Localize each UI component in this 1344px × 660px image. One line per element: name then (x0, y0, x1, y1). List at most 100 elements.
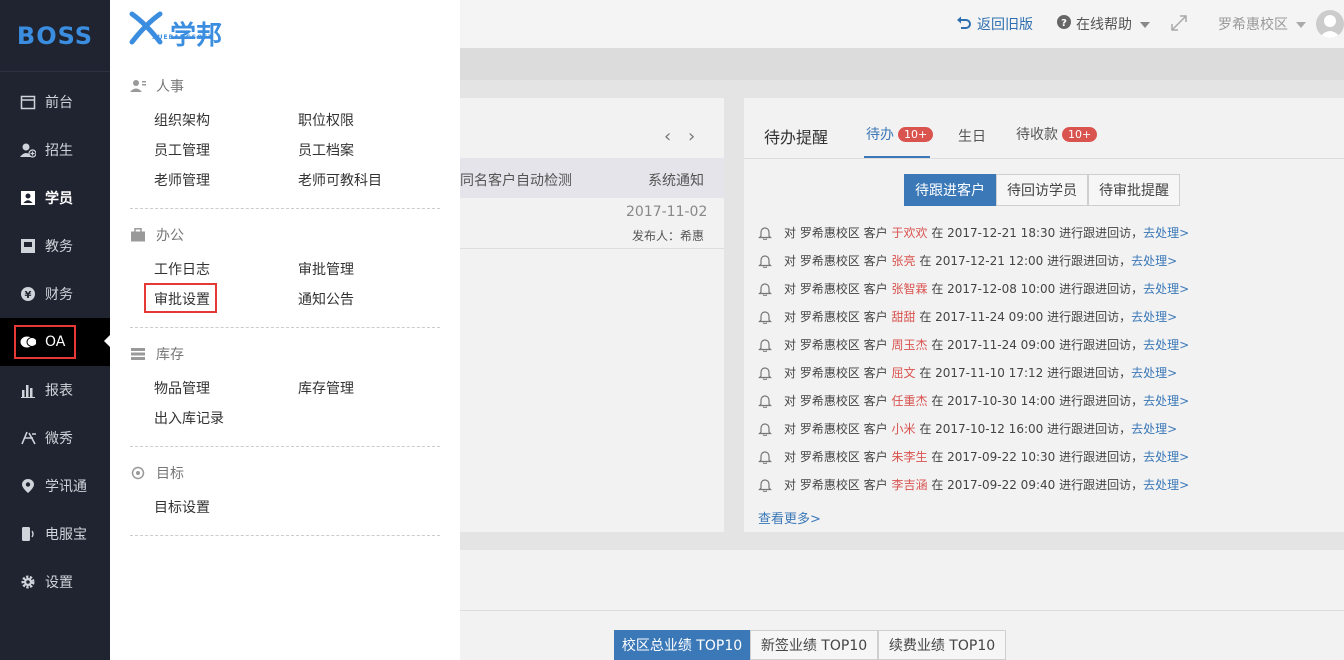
tab-renewal-top10[interactable]: 续费业绩 TOP10 (878, 630, 1006, 660)
sidebar-item-weixiu[interactable]: 微秀 (0, 414, 110, 462)
notice-prefix: 对 罗希惠校区 客户 (784, 226, 888, 240)
customer-name[interactable]: 周玉杰 (891, 336, 927, 353)
chevron-down-icon (1296, 16, 1306, 32)
menu-item-teacher-management[interactable]: 老师管理 (154, 170, 210, 190)
avatar[interactable] (1316, 10, 1344, 38)
sidebar-item-academic[interactable]: 教务 (0, 222, 110, 270)
customer-name[interactable]: 张智霖 (891, 280, 927, 297)
menu-item-org-structure[interactable]: 组织架构 (154, 110, 210, 130)
sidebar-item-students[interactable]: 学员 (0, 174, 110, 222)
notice-prefix: 对 罗希惠校区 客户 (784, 254, 888, 268)
target-icon (130, 466, 146, 480)
divider (460, 610, 1344, 611)
menu-item-staff-records[interactable]: 员工档案 (298, 140, 354, 160)
customer-name[interactable]: 李吉涵 (891, 476, 927, 493)
section-title: 库存 (156, 347, 184, 363)
book-icon (20, 238, 36, 254)
process-link[interactable]: 去处理> (1143, 224, 1189, 241)
process-link[interactable]: 去处理> (1143, 280, 1189, 297)
process-link[interactable]: 去处理> (1143, 476, 1189, 493)
menu-item-staff-management[interactable]: 员工管理 (154, 140, 210, 160)
online-help-menu[interactable]: ? 在线帮助 (1056, 14, 1150, 34)
campus-selector[interactable]: 罗希惠校区 (1218, 14, 1306, 34)
view-more-link[interactable]: 查看更多> (758, 508, 821, 527)
campus-label: 罗希惠校区 (1218, 17, 1288, 33)
list-item: 对 罗希惠校区 客户 甜甜 在 2017-11-24 09:00 进行跟进回访，… (758, 308, 1177, 325)
segment-follow-up-customers[interactable]: 待跟进客户 (904, 174, 996, 206)
process-link[interactable]: 去处理> (1143, 336, 1189, 353)
notice-time: 在 2017-12-08 10:00 (931, 282, 1056, 296)
process-link[interactable]: 去处理> (1143, 448, 1189, 465)
customer-name[interactable]: 于欢欢 (891, 224, 927, 241)
user-avatar-icon (1319, 15, 1341, 38)
bell-icon (758, 282, 772, 297)
section-title: 目标 (156, 466, 184, 482)
tab-pending-payment[interactable]: 待收款 10+ (1016, 124, 1098, 144)
sidebar-item-reports[interactable]: 报表 (0, 366, 110, 414)
process-link[interactable]: 去处理> (1143, 392, 1189, 409)
tab-birthday[interactable]: 生日 (958, 126, 986, 146)
notice-suffix: 进行跟进回访， (1059, 450, 1144, 464)
process-link[interactable]: 去处理> (1131, 364, 1177, 381)
payment-count-badge: 10+ (1062, 127, 1098, 142)
user-card-icon (20, 190, 36, 206)
calendar-icon (20, 94, 36, 110)
menu-item-target-settings[interactable]: 目标设置 (154, 497, 210, 517)
notice-suffix: 进行跟进回访， (1047, 366, 1132, 380)
segment-pending-approvals[interactable]: 待审批提醒 (1088, 174, 1180, 206)
next-arrow-icon[interactable]: › (688, 126, 695, 147)
menu-item-announcements[interactable]: 通知公告 (298, 289, 354, 309)
fullscreen-button[interactable] (1170, 14, 1188, 36)
bell-icon (758, 394, 772, 409)
sidebar-item-enroll[interactable]: 招生 (0, 126, 110, 174)
menu-item-teacher-subjects[interactable]: 老师可教科目 (298, 170, 382, 190)
notice-prefix: 对 罗希惠校区 客户 (784, 310, 888, 324)
menu-item-position-permissions[interactable]: 职位权限 (298, 110, 354, 130)
customer-name[interactable]: 朱李生 (891, 448, 927, 465)
tab-todo[interactable]: 待办 10+ (866, 124, 934, 144)
process-link[interactable]: 去处理> (1131, 308, 1177, 325)
notice-time: 在 2017-11-10 17:12 (919, 366, 1044, 380)
menu-item-approval-management[interactable]: 审批管理 (298, 259, 354, 279)
notice-time: 在 2017-11-24 09:00 (919, 310, 1044, 324)
customer-name[interactable]: 张亮 (891, 252, 915, 269)
segment-revisit-students[interactable]: 待回访学员 (996, 174, 1088, 206)
tab-label: 待办 (866, 127, 894, 143)
process-link[interactable]: 去处理> (1131, 420, 1177, 437)
prev-arrow-icon[interactable]: ‹ (664, 126, 671, 147)
sidebar-item-label: 财务 (45, 287, 73, 303)
customer-name[interactable]: 屈文 (891, 364, 915, 381)
sidebar-item-settings[interactable]: 设置 (0, 558, 110, 606)
back-old-version-link[interactable]: 返回旧版 (956, 14, 1033, 34)
notice-prefix: 对 罗希惠校区 客户 (784, 394, 888, 408)
briefcase-icon (130, 228, 146, 242)
announcement-card: ‹ › 同名客户自动检测 系统通知 2017-11-02 发布人：希惠 (460, 98, 724, 532)
announcement-type: 系统通知 (648, 173, 704, 189)
bell-icon (758, 338, 772, 353)
process-link[interactable]: 去处理> (1131, 252, 1177, 269)
divider (460, 248, 724, 249)
sidebar-item-frontdesk[interactable]: 前台 (0, 78, 110, 126)
customer-name[interactable]: 甜甜 (891, 308, 915, 325)
sidebar: BOSS 前台 招生 学员 教务 ¥ 财务 OA 报表 微秀 学讯通 电服宝 设… (0, 0, 110, 660)
customer-name[interactable]: 任重杰 (891, 392, 927, 409)
announcement-title: 同名客户自动检测 (460, 173, 572, 189)
divider (130, 535, 440, 536)
menu-item-work-log[interactable]: 工作日志 (154, 259, 210, 279)
tab-campus-total-top10[interactable]: 校区总业绩 TOP10 (614, 630, 750, 660)
bell-icon (758, 422, 772, 437)
sidebar-item-finance[interactable]: ¥ 财务 (0, 270, 110, 318)
sidebar-item-label: 设置 (45, 575, 73, 591)
divider (744, 158, 1344, 159)
customer-name[interactable]: 小米 (891, 420, 915, 437)
sidebar-item-dianfubao[interactable]: 电服宝 (0, 510, 110, 558)
sidebar-item-label: 微秀 (45, 431, 73, 447)
menu-item-goods-management[interactable]: 物品管理 (154, 378, 210, 398)
sidebar-item-xuexuntong[interactable]: 学讯通 (0, 462, 110, 510)
menu-item-stock-in-out-records[interactable]: 出入库记录 (154, 408, 224, 428)
menu-item-stock-management[interactable]: 库存管理 (298, 378, 354, 398)
announcement-row[interactable]: 同名客户自动检测 系统通知 (460, 158, 724, 198)
tab-new-signup-top10[interactable]: 新签业绩 TOP10 (750, 630, 878, 660)
sidebar-item-label: 教务 (45, 239, 73, 255)
divider (130, 208, 440, 209)
